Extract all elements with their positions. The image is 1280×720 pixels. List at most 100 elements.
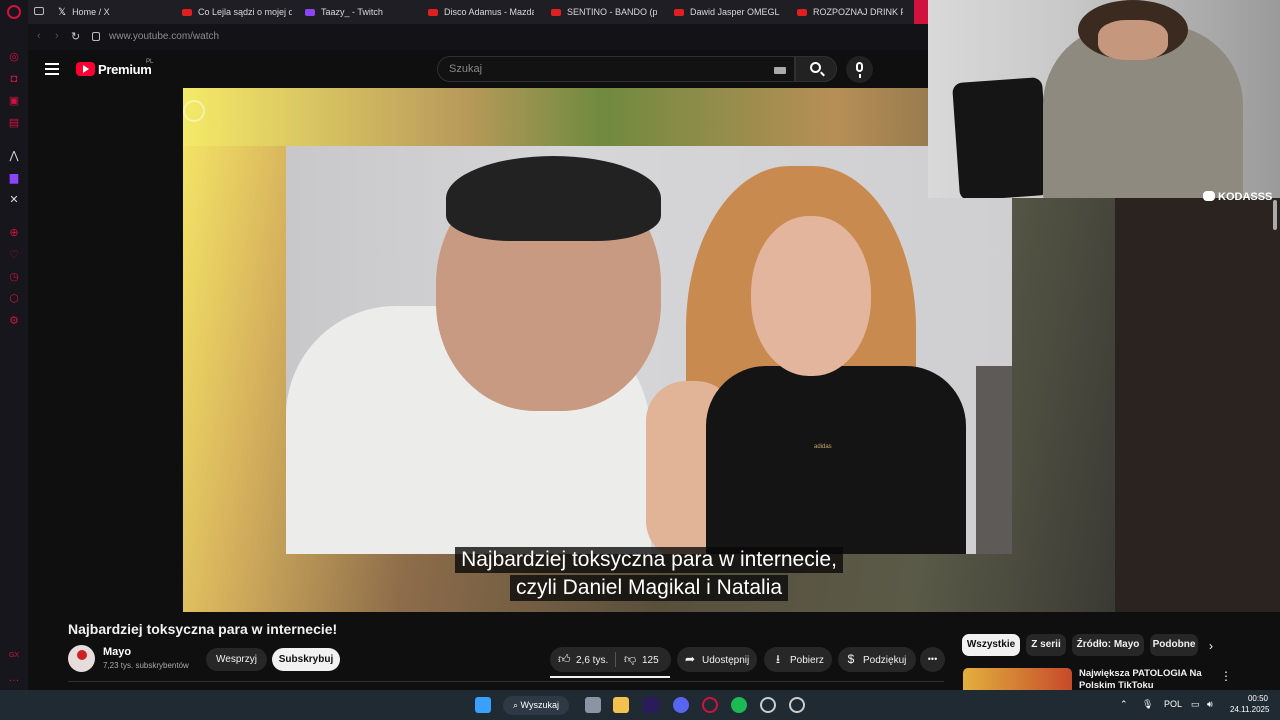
video-frame: adidas [286,146,1012,554]
tab-5[interactable]: Dawid Jasper OMEGLE [674,0,780,24]
task-view-icon[interactable] [585,697,601,713]
aria-icon[interactable]: ⋀ [8,150,20,162]
search-icon [810,62,821,73]
recommended-thumbnail[interactable] [963,668,1072,690]
windows-start-icon[interactable] [475,697,491,713]
tab-4[interactable]: SENTINO - BANDO (pro [551,0,657,24]
tab-menu-icon[interactable] [34,7,44,15]
more-sidebar-icon[interactable]: … [8,672,20,684]
search-input[interactable]: Szukaj [437,56,795,82]
scrollbar-thumb[interactable] [1273,200,1277,230]
keyboard-icon[interactable] [774,67,786,74]
youtube-icon [797,9,807,16]
support-button[interactable]: Wesprzyj [206,648,267,671]
history-icon[interactable]: ◷ [8,271,20,283]
discord-taskbar-icon[interactable] [673,697,689,713]
tab-2[interactable]: Taazy_ - Twitch [305,0,415,24]
woman-face [751,216,871,376]
youtube-icon [182,9,192,16]
download-icon: ⭳ [775,652,781,666]
network-icon[interactable]: ▭ [1191,699,1200,710]
language-indicator[interactable]: POL [1164,699,1182,709]
menu-icon[interactable] [45,63,59,78]
tab-6[interactable]: ROZPOZNAJ DRINK PO [797,0,903,24]
dislike-count: 125 [642,655,659,666]
tab-label: Dawid Jasper OMEGLE [690,7,780,17]
tab-0[interactable]: 𝕏 Home / X [58,0,168,24]
youtube-logo-text[interactable]: Premium [98,62,152,77]
tray-chevron-icon[interactable]: ⌃ [1120,699,1128,710]
taskbar-clock[interactable]: 00:50 24.11.2025 [1230,693,1270,715]
active-tab[interactable] [914,0,928,24]
forward-icon[interactable]: › [55,30,59,42]
premiere-icon[interactable] [643,697,659,713]
caption-line-1: Najbardziej toksyczna para w internecie, [183,547,1115,573]
search-icon: ⌕ [513,700,521,710]
taskbar-search-label: Wyszukaj [520,700,559,710]
thanks-label: Podziękuj [863,655,907,666]
super-thanks-icon: $ [847,652,855,666]
share-button[interactable]: ➦ Udostępnij [677,647,757,672]
twitch-sidebar-icon[interactable]: ▆ [8,172,20,184]
recommended-more-icon[interactable]: ⋮ [1220,669,1232,683]
messenger-icon[interactable]: ◎ [8,51,20,63]
speed-dial-icon[interactable]: ⊕ [8,227,20,239]
settings-taskbar-icon[interactable] [789,697,805,713]
instagram-icon[interactable]: ▣ [8,95,20,107]
thumbs-up-icon: 👍︎ [558,652,571,666]
file-explorer-icon[interactable] [613,697,629,713]
voice-search-button[interactable] [846,56,873,83]
extensions-icon[interactable]: ⬡ [8,293,20,305]
opera-logo-icon[interactable] [7,5,21,19]
webcam-overlay [928,0,1280,198]
thanks-button[interactable]: $ Podziękuj [838,647,916,672]
chip-source[interactable]: Źródło: Mayo [1072,634,1144,656]
music-icon[interactable]: ▤ [8,117,20,129]
like-button[interactable]: 👍︎ 2,6 tys. [558,647,608,673]
tray-microphone-icon[interactable]: 🎙︎ [1142,699,1153,710]
chip-all[interactable]: Wszystkie [962,634,1020,656]
gx-icon[interactable]: GX [8,650,20,662]
tab-label: Co Lejla sądzi o mojej d [198,7,292,17]
g-hub-icon[interactable] [760,697,776,713]
video-title: Najbardziej toksyczna para w internecie! [68,621,338,637]
sofa [976,366,1012,554]
loading-spinner-icon [183,100,205,122]
settings-icon[interactable]: ⚙ [8,315,20,327]
download-button[interactable]: ⭳ Pobierz [764,647,832,672]
taskbar-search[interactable]: ⌕ Wyszukaj [503,696,569,715]
subscribe-button[interactable]: Subskrybuj [272,648,340,671]
tab-label: ROZPOZNAJ DRINK PO [813,7,903,17]
bookmark-icon[interactable]: ♡ [8,249,20,261]
dislike-button[interactable]: 👎︎ 125 [624,647,659,673]
x-sidebar-icon[interactable]: ✕ [8,194,20,206]
thumbs-down-icon: 👎︎ [624,652,637,666]
url-field[interactable]: www.youtube.com/watch [109,31,219,42]
chevron-right-icon[interactable]: › [1209,639,1213,653]
reload-icon[interactable]: ↻ [71,30,80,43]
back-icon[interactable]: ‹ [37,30,41,42]
more-actions-button[interactable]: ••• [920,647,945,672]
address-bar: ‹ › ↻ www.youtube.com/watch [28,24,928,50]
caption-text: czyli Daniel Magikal i Natalia [509,575,789,601]
caption-line-2: czyli Daniel Magikal i Natalia [183,575,1115,601]
recommended-title[interactable]: Największa PATOLOGIA Na Polskim TikToku [1079,668,1209,690]
chip-series[interactable]: Z serii [1026,634,1066,656]
youtube-logo-icon[interactable] [76,62,95,76]
channel-avatar[interactable] [68,645,95,672]
bag-icon[interactable]: ◘ [8,73,20,85]
search-button[interactable] [795,56,837,82]
tab-3[interactable]: Disco Adamus - Mazda [428,0,534,24]
spotify-icon[interactable] [731,697,747,713]
youtube-icon [674,9,684,16]
caption-text: Najbardziej toksyczna para w internecie, [455,547,843,573]
divider [68,681,944,682]
tab-1[interactable]: Co Lejla sądzi o mojej d [182,0,292,24]
search-placeholder: Szukaj [449,63,483,75]
clock-date: 24.11.2025 [1230,705,1270,714]
opera-gx-taskbar-icon[interactable] [702,697,718,713]
chip-similar[interactable]: Podobne [1150,634,1198,656]
microphone-icon [856,62,863,78]
channel-name[interactable]: Mayo [103,646,131,658]
volume-icon[interactable]: 🔊︎ [1207,699,1213,710]
